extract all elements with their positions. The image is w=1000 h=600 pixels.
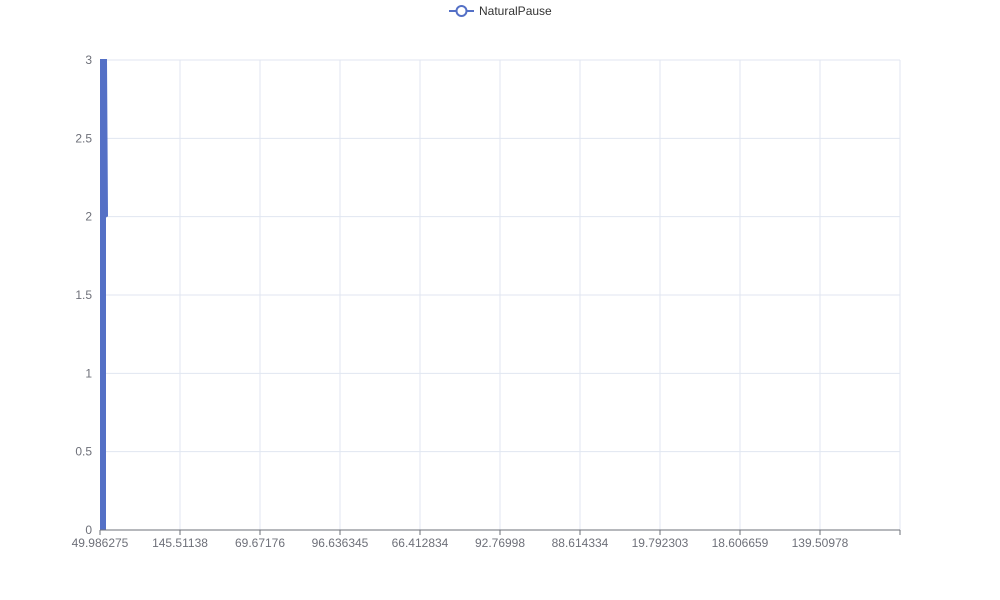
y-tick-label: 1	[85, 366, 92, 380]
y-tick-label: 0.5	[75, 445, 92, 459]
x-tick-label: 145.51138	[152, 536, 208, 550]
line-chart: NaturalPause 0 0.5 1 1.5 2 2.5 3 49.986275 145.5…	[72, 4, 901, 550]
data-point[interactable]	[105, 215, 107, 218]
series-layer	[100, 59, 108, 530]
x-tick-label: 19.792303	[632, 536, 689, 550]
x-tick-label: 49.986275	[72, 536, 129, 550]
x-tick-label: 66.412834	[392, 536, 449, 550]
y-tick-label: 2	[85, 210, 92, 224]
x-tick-label: 18.606659	[712, 536, 769, 550]
y-tick-label: 1.5	[75, 288, 92, 302]
x-tick-label: 92.76998	[475, 536, 525, 550]
legend[interactable]: NaturalPause	[449, 4, 552, 18]
legend-label: NaturalPause	[479, 4, 552, 18]
data-point[interactable]	[102, 59, 104, 61]
grid	[100, 59, 901, 530]
y-tick-label: 0	[85, 523, 92, 537]
legend-marker-icon	[455, 5, 468, 17]
y-tick-label: 2.5	[75, 131, 92, 145]
x-tick-label: 96.636345	[312, 536, 369, 550]
x-tick-label: 88.614334	[552, 536, 609, 550]
series-area	[100, 60, 106, 530]
x-tick-label: 139.50978	[792, 536, 849, 550]
x-tick-label: 69.67176	[235, 536, 285, 550]
y-tick-label: 3	[85, 53, 92, 67]
axes: 0 0.5 1 1.5 2 2.5 3 49.986275 145.51138 69.67176 9…	[72, 53, 901, 550]
chart: NaturalPause 0 0.5 1 1.5 2 2.5 3 49.986275 145.5…	[0, 0, 1000, 600]
